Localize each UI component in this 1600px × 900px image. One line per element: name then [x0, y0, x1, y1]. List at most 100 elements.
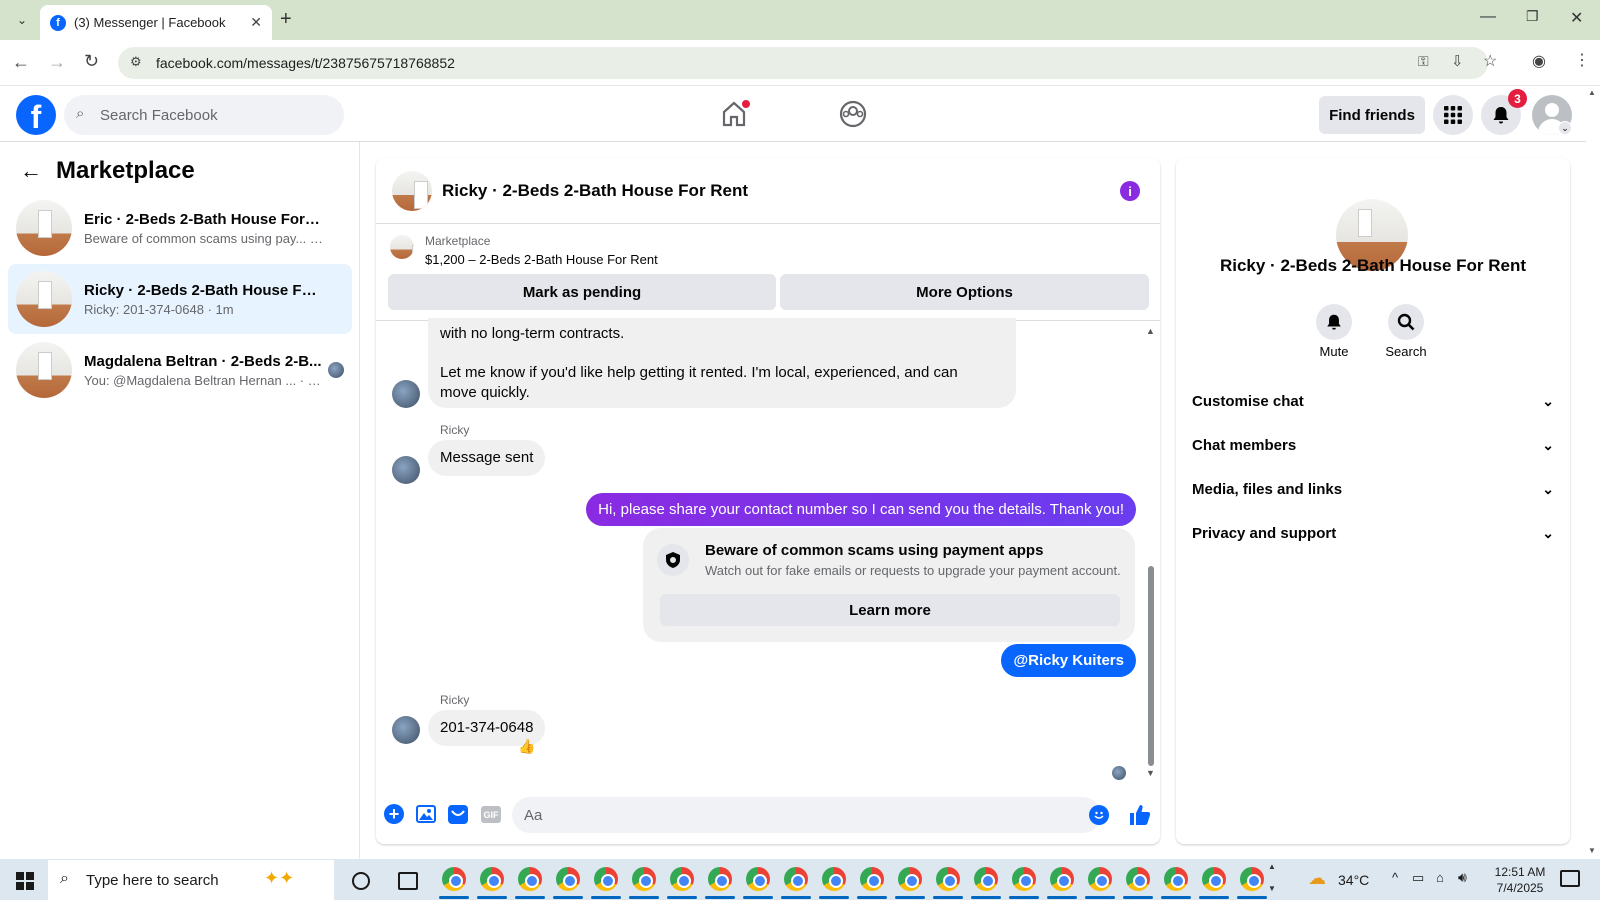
mute-bell-icon[interactable] [1316, 304, 1352, 340]
chrome-icon[interactable] [822, 867, 846, 891]
close-window-icon[interactable]: ✕ [1570, 8, 1583, 28]
emoji-icon[interactable] [1089, 805, 1109, 825]
chrome-icon[interactable] [442, 867, 466, 891]
chrome-icon[interactable] [632, 867, 656, 891]
customise-chat-row[interactable]: Customise chat ⌄ [1192, 381, 1554, 421]
ricky-avatar[interactable] [392, 716, 420, 744]
back-icon[interactable]: ← [12, 52, 30, 73]
chrome-icon[interactable] [860, 867, 884, 891]
chrome-icon[interactable] [480, 867, 504, 891]
clock[interactable]: 12:51 AM 7/4/2025 [1488, 864, 1552, 896]
minimize-icon[interactable]: — [1480, 8, 1496, 26]
mark-as-pending-button[interactable]: Mark as pending [388, 274, 776, 310]
taskbar-scroll-up-icon[interactable]: ▲ [1268, 862, 1276, 871]
new-tab-icon[interactable]: + [280, 8, 292, 31]
taskbar-scroll-down-icon[interactable]: ▼ [1268, 884, 1276, 893]
ricky-avatar[interactable] [392, 456, 420, 484]
active-indicator [933, 896, 963, 899]
profile-icon[interactable]: ◉ [1532, 51, 1546, 71]
forward-icon[interactable]: → [48, 52, 66, 73]
chrome-icon[interactable] [1050, 867, 1074, 891]
listing-price[interactable]: $1,200 – 2-Beds 2-Bath House For Rent [425, 252, 658, 267]
address-bar[interactable]: ⚙ facebook.com/messages/t/23875675718768… [118, 47, 1488, 79]
ricky-avatar[interactable] [392, 380, 420, 408]
chat-title[interactable]: Ricky · 2-Beds 2-Bath House For Rent [442, 181, 748, 201]
message-input[interactable]: Aa [512, 797, 1109, 833]
chrome-icon[interactable] [936, 867, 960, 891]
sticker-icon[interactable] [448, 805, 468, 824]
menu-dots-icon[interactable]: ⋮ [1574, 50, 1590, 70]
thumbs-up-like-icon[interactable] [1128, 803, 1152, 827]
close-tab-icon[interactable]: ✕ [250, 14, 262, 31]
page-scroll-up-icon[interactable]: ▲ [1588, 88, 1596, 97]
menu-grid-icon[interactable] [1433, 95, 1473, 135]
browser-tab[interactable]: f (3) Messenger | Facebook ✕ [40, 5, 272, 40]
chrome-icon[interactable] [708, 867, 732, 891]
mention-bubble[interactable]: @Ricky Kuiters [1001, 644, 1136, 677]
chat-listing-thumbnail[interactable] [392, 170, 432, 211]
site-info-icon[interactable]: ⚙ [130, 54, 142, 70]
conversation-item[interactable]: Eric · 2-Beds 2-Bath House For Rent Bewa… [8, 193, 352, 263]
message-bubble[interactable]: with no long-term contracts. Let me know… [428, 318, 1016, 408]
home-icon[interactable] [718, 98, 750, 130]
back-arrow-icon[interactable]: ← [20, 158, 42, 184]
chrome-icon[interactable] [1164, 867, 1188, 891]
my-message-bubble[interactable]: Hi, please share your contact number so … [586, 493, 1136, 526]
page-scroll-down-icon[interactable]: ▼ [1588, 846, 1596, 855]
groups-icon[interactable] [838, 99, 868, 129]
scroll-up-icon[interactable]: ▲ [1146, 326, 1155, 336]
conversation-item[interactable]: Magdalena Beltran · 2-Beds 2-B... You: @… [8, 335, 352, 405]
more-options-button[interactable]: More Options [780, 274, 1149, 310]
info-icon[interactable]: i [1120, 181, 1140, 201]
photo-icon[interactable] [416, 805, 436, 823]
chrome-icon[interactable] [974, 867, 998, 891]
install-app-icon[interactable]: ⇩ [1451, 52, 1464, 70]
taskbar-search-box[interactable]: ⌕ Type here to search ✦✦ [48, 860, 334, 900]
search-conversation-icon[interactable] [1388, 304, 1424, 340]
find-friends-button[interactable]: Find friends [1319, 96, 1425, 134]
cortana-icon[interactable] [352, 872, 370, 890]
task-view-icon[interactable] [398, 872, 418, 890]
maximize-icon[interactable]: ❐ [1526, 8, 1539, 25]
sparkle-icon: ✦✦ [264, 868, 295, 888]
chrome-icon[interactable] [1088, 867, 1112, 891]
message-bubble[interactable]: Message sent [428, 440, 546, 476]
chrome-icon[interactable] [556, 867, 580, 891]
chrome-icon-active[interactable] [1240, 867, 1264, 891]
add-attachment-icon[interactable]: + [384, 804, 404, 824]
show-hidden-icons[interactable]: ^ [1392, 870, 1398, 885]
weather-icon[interactable]: ☁ [1308, 868, 1326, 889]
media-files-links-row[interactable]: Media, files and links ⌄ [1192, 469, 1554, 509]
reload-icon[interactable]: ↻ [84, 51, 99, 72]
chat-scrollbar-thumb[interactable] [1148, 566, 1154, 766]
network-icon[interactable]: ▭ [1412, 870, 1424, 886]
learn-more-button[interactable]: Learn more [660, 594, 1120, 626]
gif-icon[interactable]: GIF [481, 806, 501, 823]
action-center-icon[interactable] [1560, 870, 1580, 887]
chrome-icon[interactable] [1126, 867, 1150, 891]
tab-list-icon[interactable]: ⌄ [12, 10, 32, 30]
temperature[interactable]: 34°C [1338, 872, 1369, 888]
scroll-down-icon[interactable]: ▼ [1146, 768, 1155, 778]
chrome-icon[interactable] [746, 867, 770, 891]
facebook-logo-icon[interactable]: f [16, 95, 56, 135]
chat-header: Ricky · 2-Beds 2-Bath House For Rent [376, 158, 1160, 224]
windows-start-icon[interactable] [16, 872, 34, 890]
privacy-support-row[interactable]: Privacy and support ⌄ [1192, 513, 1554, 553]
chrome-icon[interactable] [594, 867, 618, 891]
chrome-icon[interactable] [784, 867, 808, 891]
chrome-icon[interactable] [518, 867, 542, 891]
chrome-icon[interactable] [898, 867, 922, 891]
bookmark-star-icon[interactable]: ☆ [1483, 51, 1497, 71]
password-key-icon[interactable]: ⚿ [1418, 53, 1429, 70]
chrome-icon[interactable] [1202, 867, 1226, 891]
meet-now-icon[interactable]: ⌂ [1436, 870, 1444, 885]
chrome-icon[interactable] [670, 867, 694, 891]
conversation-item-active[interactable]: Ricky · 2-Beds 2-Bath House For R... Ric… [8, 264, 352, 334]
search-facebook-input[interactable]: ⌕ Search Facebook [64, 95, 344, 135]
account-chevron-icon[interactable]: ⌄ [1558, 121, 1572, 135]
chat-members-row[interactable]: Chat members ⌄ [1192, 425, 1554, 465]
chrome-icon[interactable] [1012, 867, 1036, 891]
thumbs-up-reaction[interactable]: 👍 [518, 738, 535, 755]
volume-icon[interactable]: 🔊︎ [1458, 869, 1467, 886]
